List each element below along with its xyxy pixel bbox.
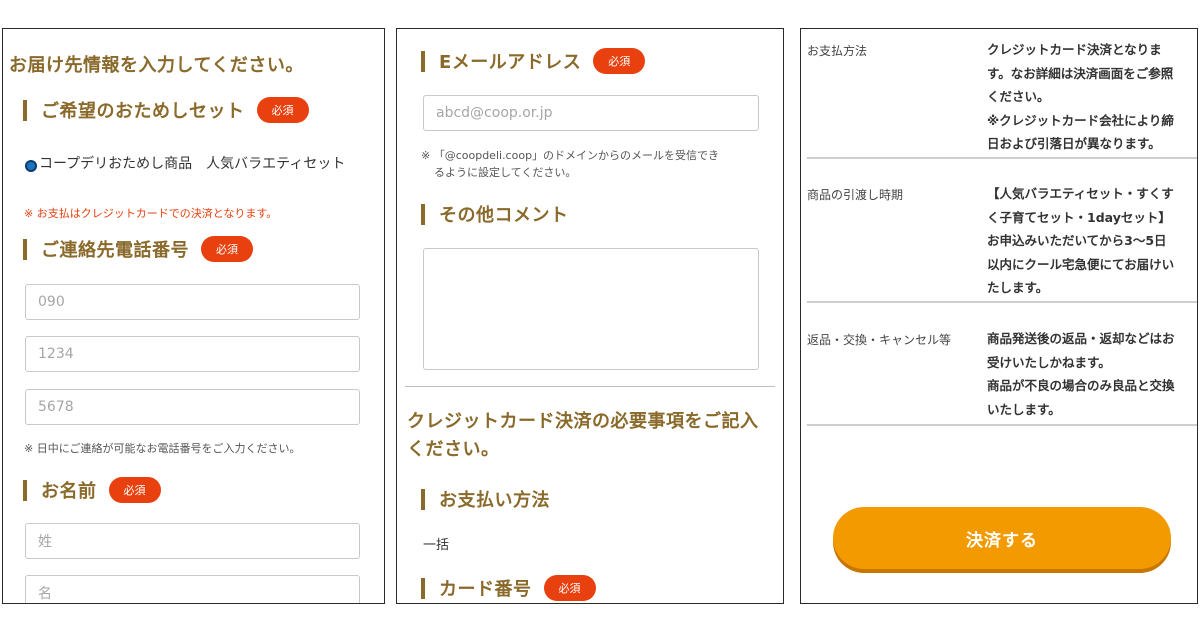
form-panel-delivery: お届け先情報を入力してください。 ご希望のおためしセット 必須 コープデリおため…	[2, 28, 385, 604]
payment-note: ※ お支払はクレジットカードでの決済となります。	[24, 207, 278, 220]
required-badge: 必須	[108, 477, 161, 503]
section-marker	[421, 488, 425, 510]
email-note: ※ 「@coopdeli.coop」のドメインからのメールを受信でき るように設…	[421, 147, 719, 181]
section-title: ご連絡先電話番号	[41, 240, 189, 261]
section-card-number: カード番号 必須	[421, 575, 596, 601]
terms-divider	[807, 157, 1197, 159]
phone-field-1[interactable]: 090	[25, 284, 360, 320]
terms-divider	[807, 301, 1197, 303]
terms-line: たします。	[987, 280, 1049, 295]
card-heading-line-2: ください。	[407, 439, 500, 460]
terms-line: お申込みいただいてから3〜5日	[987, 233, 1167, 248]
section-title: Eメールアドレス	[439, 52, 582, 73]
section-title: その他コメント	[439, 205, 569, 226]
terms-line: 商品発送後の返品・返却などはお	[987, 331, 1175, 346]
terms-line: ※クレジットカード会社により締	[987, 112, 1174, 128]
section-marker	[23, 238, 27, 260]
section-title: カード番号	[439, 579, 532, 600]
terms-value-delivery: 【人気バラエティセット・すくす く子育てセット・1dayセット】 お申込みいただ…	[987, 182, 1193, 300]
terms-line: 商品が不良の場合のみ良品と交換	[987, 378, 1175, 393]
email-note-line-2: るように設定してください。	[434, 166, 577, 179]
section-email: Eメールアドレス 必須	[421, 48, 646, 74]
section-title: お支払い方法	[439, 490, 550, 511]
radio-selected-icon[interactable]	[25, 160, 37, 172]
terms-line: ください。	[987, 89, 1050, 104]
terms-line: 以内にクール宅急便にてお届けい	[987, 256, 1175, 272]
terms-line: く子育てセット・1dayセット】	[987, 209, 1171, 225]
section-marker	[23, 99, 27, 121]
terms-line: クレジットカード決済となりま	[987, 42, 1162, 57]
section-title: ご希望のおためしセット	[41, 101, 245, 122]
pay-button[interactable]: 決済する	[833, 507, 1171, 569]
form-panel-terms: お支払方法 クレジットカード決済となりま す。なお詳細は決済画面をご参照 くださ…	[800, 28, 1198, 604]
required-badge: 必須	[201, 236, 253, 262]
section-marker	[421, 50, 425, 72]
radio-label: コープデリおためし商品 人気バラエティセット	[39, 156, 346, 172]
required-badge: 必須	[256, 97, 309, 123]
phone-field-2[interactable]: 1234	[25, 336, 360, 372]
email-note-line-1: ※ 「@coopdeli.coop」のドメインからのメールを受信でき	[421, 149, 720, 162]
section-marker	[421, 577, 425, 599]
card-heading-line-1: クレジットカード決済の必要事項をご記入	[407, 411, 759, 432]
section-title: お名前	[41, 481, 97, 502]
section-trial-set: ご希望のおためしセット 必須	[23, 97, 309, 123]
form-panel-contact-payment: Eメールアドレス 必須 abcd@coop.or.jp ※ 「@coopdeli…	[396, 28, 784, 604]
terms-label-delivery: 商品の引渡し時期	[807, 188, 904, 202]
terms-line: いたします。	[987, 401, 1061, 417]
terms-value-returns: 商品発送後の返品・返却などはお 受けいたしかねます。 商品が不良の場合のみ良品と…	[987, 327, 1193, 421]
email-field[interactable]: abcd@coop.or.jp	[423, 95, 759, 131]
required-badge: 必須	[593, 48, 646, 74]
terms-value-payment: クレジットカード決済となりま す。なお詳細は決済画面をご参照 ください。 ※クレ…	[987, 38, 1193, 156]
phone-field-3[interactable]: 5678	[25, 389, 360, 425]
terms-label-returns: 返品・交換・キャンセル等	[807, 333, 952, 347]
trial-set-radio-option[interactable]: コープデリおためし商品 人気バラエティセット	[25, 153, 345, 173]
pay-method-value: 一括	[423, 538, 450, 553]
section-pay-method: お支払い方法	[421, 486, 550, 512]
section-marker	[23, 479, 27, 501]
terms-line: す。なお詳細は決済画面をご参照	[987, 65, 1174, 81]
terms-line: 受けいたしかねます。	[987, 354, 1111, 370]
section-name: お名前 必須	[23, 477, 161, 503]
required-badge: 必須	[543, 575, 596, 601]
comment-textarea[interactable]	[423, 248, 759, 370]
card-heading: クレジットカード決済の必要事項をご記入 ください。	[407, 408, 759, 464]
page-heading: お届け先情報を入力してください。	[9, 55, 304, 76]
terms-line: 【人気バラエティセット・すくす	[987, 186, 1174, 201]
last-name-field[interactable]: 姓	[25, 523, 360, 559]
first-name-field[interactable]: 名	[25, 575, 360, 603]
section-phone: ご連絡先電話番号 必須	[23, 236, 253, 262]
terms-label-payment: お支払方法	[807, 44, 868, 58]
section-marker	[421, 203, 425, 225]
terms-line: 日および引落日が異なります。	[987, 136, 1161, 151]
section-divider	[405, 386, 775, 387]
section-comment: その他コメント	[421, 201, 569, 227]
terms-divider	[807, 424, 1197, 426]
phone-note: ※ 日中にご連絡が可能なお電話番号をご入力ください。	[24, 442, 301, 455]
